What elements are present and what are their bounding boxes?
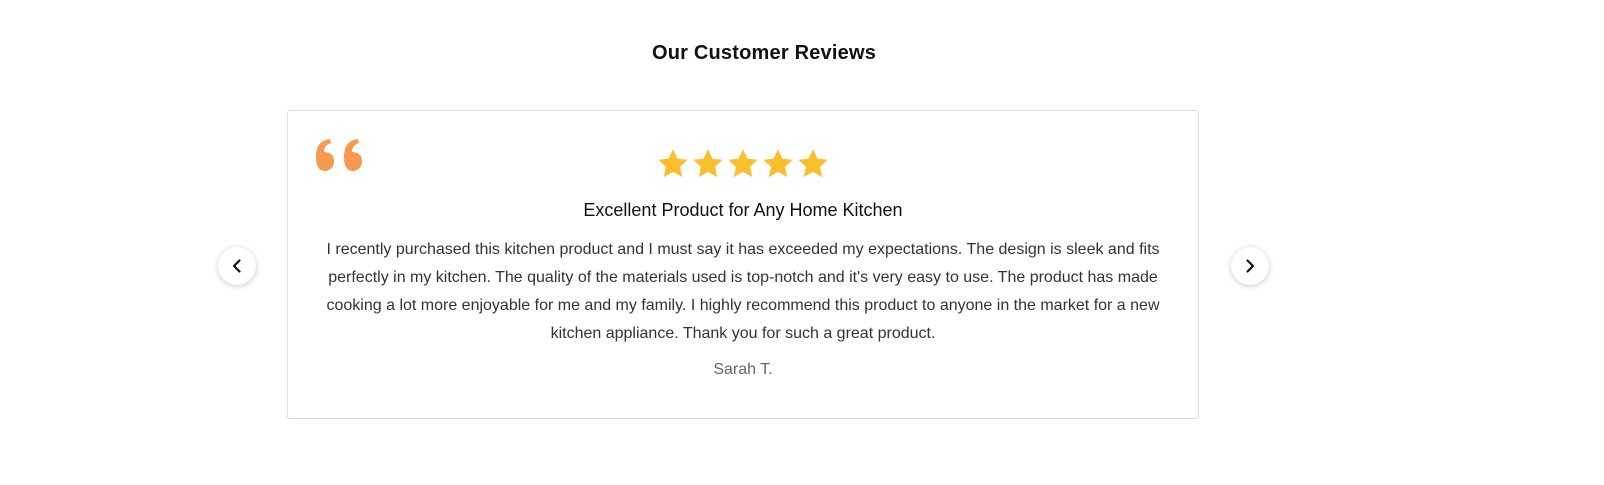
section-title: Our Customer Reviews	[651, 42, 877, 64]
star-icon	[658, 149, 688, 178]
star-icon	[728, 149, 758, 178]
chevron-right-icon	[1246, 259, 1255, 273]
star-rating	[288, 147, 1198, 181]
chevron-left-icon	[232, 259, 241, 273]
review-card: Excellent Product for Any Home Kitchen I…	[287, 110, 1199, 419]
carousel-prev-button[interactable]	[218, 247, 256, 285]
review-title: Excellent Product for Any Home Kitchen	[583, 200, 903, 220]
review-body: I recently purchased this kitchen produc…	[326, 241, 1160, 342]
carousel-next-button[interactable]	[1231, 247, 1269, 285]
reviewer-name: Sarah T.	[713, 361, 773, 378]
star-icon	[763, 149, 793, 178]
star-icon	[798, 149, 828, 178]
star-icon	[693, 149, 723, 178]
